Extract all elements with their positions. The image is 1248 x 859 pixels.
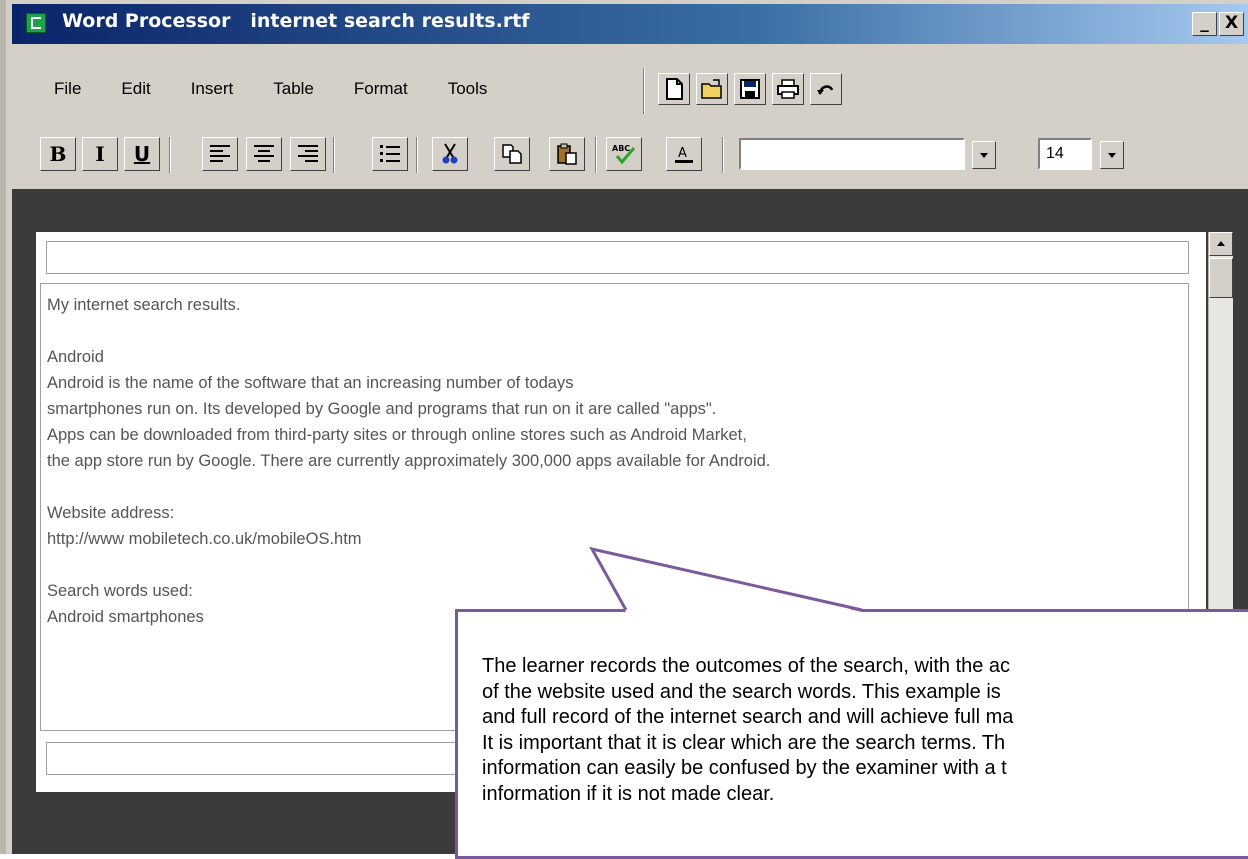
- cut-button[interactable]: [432, 137, 468, 171]
- font-color-icon: A: [675, 146, 693, 163]
- spell-check-icon: ABC: [612, 144, 636, 165]
- app-name: Word Processor: [62, 10, 231, 32]
- paste-button[interactable]: [549, 137, 585, 171]
- undo-icon: [817, 85, 834, 95]
- svg-text:A: A: [678, 146, 687, 161]
- align-left-button[interactable]: [202, 137, 238, 171]
- doc-line: My internet search results.: [47, 296, 241, 314]
- align-left-icon: [210, 145, 230, 162]
- doc-line: [47, 552, 770, 578]
- scroll-up-arrow[interactable]: [1209, 232, 1233, 256]
- app-icon: [26, 13, 46, 33]
- menu-bar: File Edit Insert Table Format Tools: [54, 79, 527, 99]
- document-text: My internet search results. Android Andro…: [47, 292, 770, 630]
- align-right-button[interactable]: [290, 137, 326, 171]
- save-icon: [740, 79, 760, 99]
- callout-text: The learner records the outcomes of the …: [482, 654, 1013, 807]
- align-center-icon: [254, 145, 274, 162]
- bold-label: B: [49, 142, 67, 166]
- doc-line: [47, 318, 770, 344]
- align-right-icon: [298, 145, 318, 162]
- callout-line: of the website used and the search words…: [482, 680, 1001, 703]
- close-button[interactable]: X: [1219, 12, 1244, 36]
- doc-line: [47, 474, 770, 500]
- doc-line: the app store run by Google. There are c…: [47, 452, 771, 470]
- callout-line: information if it is not made clear.: [482, 782, 775, 805]
- file-name: internet search results.rtf: [250, 10, 530, 32]
- font-size-dropdown-arrow[interactable]: [1100, 141, 1124, 169]
- print-icon: [777, 79, 799, 99]
- doc-line: smartphones run on. Its developed by Goo…: [47, 400, 717, 418]
- menu-tools[interactable]: Tools: [448, 79, 488, 99]
- minimize-button[interactable]: _: [1192, 12, 1217, 36]
- font-name-dropdown[interactable]: [739, 138, 965, 170]
- copy-button[interactable]: [494, 137, 530, 171]
- menu-table[interactable]: Table: [273, 79, 314, 99]
- save-button[interactable]: [734, 73, 766, 105]
- open-button[interactable]: [696, 73, 728, 105]
- toolbar-separator: [722, 137, 724, 173]
- callout-line: It is important that it is clear which a…: [482, 731, 1006, 754]
- callout-line: The learner records the outcomes of the …: [482, 655, 1011, 677]
- paste-icon: [557, 143, 577, 165]
- new-document-button[interactable]: [658, 73, 690, 105]
- undo-button[interactable]: [810, 73, 842, 105]
- cut-icon: [442, 143, 458, 164]
- spell-check-button[interactable]: ABC: [606, 137, 642, 171]
- underline-button[interactable]: U: [124, 137, 160, 171]
- bold-button[interactable]: B: [40, 137, 76, 171]
- font-size-dropdown[interactable]: 14: [1038, 138, 1092, 170]
- font-name-dropdown-arrow[interactable]: [972, 141, 996, 169]
- open-folder-icon: [701, 79, 722, 99]
- menu-edit[interactable]: Edit: [121, 79, 150, 99]
- title-bar[interactable]: Word Processor internet search results.r…: [12, 4, 1248, 44]
- bullet-list-button[interactable]: [372, 137, 408, 171]
- align-center-button[interactable]: [246, 137, 282, 171]
- italic-button[interactable]: I: [82, 137, 118, 171]
- underline-label: U: [133, 142, 151, 166]
- new-document-icon: [666, 78, 683, 100]
- doc-line: http://www mobiletech.co.uk/mobileOS.htm: [47, 530, 362, 548]
- scroll-thumb[interactable]: [1209, 258, 1233, 298]
- menu-file[interactable]: File: [54, 79, 81, 99]
- callout-line: and full record of the internet search a…: [482, 706, 1014, 728]
- font-color-button[interactable]: A: [666, 137, 702, 171]
- svg-text:ABC: ABC: [612, 144, 630, 153]
- window-title: Word Processor internet search results.r…: [62, 10, 530, 32]
- callout-line: information can easily be confused by th…: [482, 757, 1007, 779]
- toolbar-separator: [595, 137, 597, 173]
- doc-line: Search words used:: [47, 582, 193, 600]
- doc-line: Apps can be downloaded from third-party …: [47, 426, 747, 444]
- header-field[interactable]: [46, 241, 1189, 274]
- doc-line: Website address:: [47, 504, 175, 522]
- print-button[interactable]: [772, 73, 804, 105]
- italic-label: I: [95, 142, 105, 166]
- menu-insert[interactable]: Insert: [191, 79, 234, 99]
- copy-icon: [502, 144, 522, 164]
- toolbar-separator: [416, 137, 418, 173]
- menu-format[interactable]: Format: [354, 79, 408, 99]
- toolbar-separator: [169, 137, 171, 173]
- bullet-list-icon: [380, 145, 400, 162]
- toolbar-separator: [643, 68, 645, 114]
- toolbar-separator: [333, 137, 335, 173]
- font-size-value: 14: [1046, 145, 1064, 162]
- doc-line: Android: [47, 348, 104, 366]
- doc-line: Android is the name of the software that…: [47, 374, 574, 392]
